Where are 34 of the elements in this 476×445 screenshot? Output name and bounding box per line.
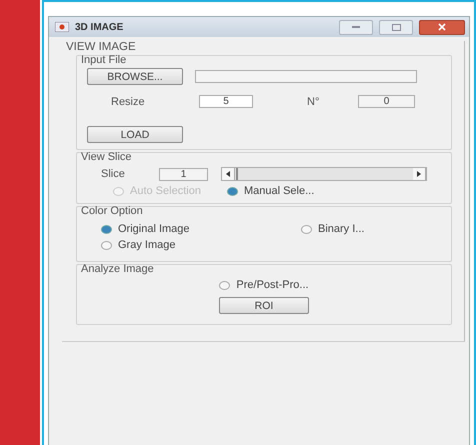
app-icon bbox=[55, 22, 69, 32]
right-arrow-button[interactable] bbox=[413, 168, 426, 180]
panel-title: VIEW IMAGE bbox=[66, 41, 137, 53]
left-arrow-button[interactable] bbox=[222, 168, 235, 180]
radio-option[interactable]: Binary I... bbox=[301, 223, 441, 235]
maximize-button[interactable] bbox=[379, 20, 413, 34]
right-arrow-icon bbox=[417, 171, 421, 177]
radio-option[interactable]: Pre/Post-Pro... bbox=[219, 279, 309, 291]
window-title: 3D IMAGE bbox=[75, 22, 124, 32]
left-arrow-icon bbox=[226, 171, 230, 177]
group-title: Color Option bbox=[81, 205, 144, 217]
group-title: View Slice bbox=[81, 151, 133, 163]
count-label: N° bbox=[307, 96, 320, 108]
count-field: 0 bbox=[358, 95, 415, 108]
close-icon bbox=[438, 23, 446, 31]
radio-option[interactable]: Manual Sele... bbox=[226, 185, 314, 197]
slice-field: 1 bbox=[159, 168, 208, 180]
browse-button[interactable]: BROWSE... bbox=[87, 68, 183, 85]
slice-label: Slice bbox=[101, 168, 126, 180]
group-title: Input File bbox=[81, 54, 128, 66]
slider-thumb[interactable] bbox=[236, 168, 238, 180]
slice-slider[interactable] bbox=[221, 167, 427, 181]
group-title: Analyze Image bbox=[81, 263, 155, 275]
close-button[interactable] bbox=[419, 20, 465, 34]
file-path-field[interactable] bbox=[195, 70, 417, 83]
radio-option[interactable]: Gray Image bbox=[101, 239, 301, 251]
load-button[interactable]: LOAD bbox=[87, 126, 183, 143]
minimize-icon bbox=[352, 26, 360, 28]
minimize-button[interactable] bbox=[339, 20, 373, 34]
resize-field[interactable]: 5 bbox=[199, 95, 253, 108]
radio-option[interactable]: Original Image bbox=[101, 223, 301, 235]
resize-label: Resize bbox=[111, 96, 146, 108]
maximize-icon bbox=[392, 24, 400, 30]
roi-button[interactable]: ROI bbox=[219, 297, 309, 314]
